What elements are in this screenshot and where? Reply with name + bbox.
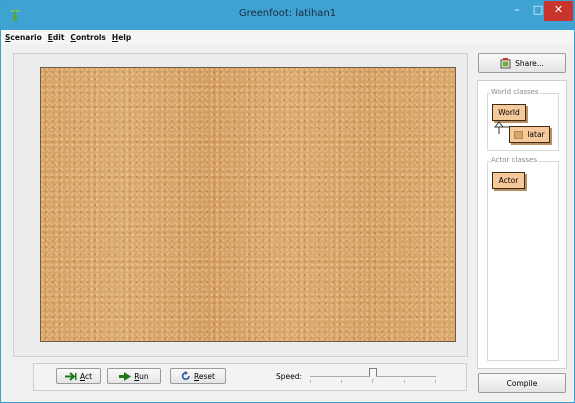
act-button[interactable]: Act [56,368,101,384]
actor-classes-group [487,161,559,361]
share-button[interactable]: Share... [478,53,566,73]
minimize-button[interactable]: – [506,1,528,21]
speed-label: Speed: [276,372,303,381]
compile-label: Compile [506,378,538,388]
latar-class-box[interactable]: latar [509,126,550,143]
menu-controls[interactable]: Controls [70,33,105,42]
world-class-label: World [498,108,520,117]
menu-help[interactable]: Help [112,33,131,42]
reset-icon [181,371,190,380]
actor-class-label: Actor [498,176,519,185]
title-bar: Greenfoot: latihan1 – □ ✕ [1,1,574,30]
step-arrow-icon [64,371,77,381]
latar-class-label: latar [527,130,545,139]
menu-scenario[interactable]: Scenario [5,33,42,42]
world-class-box[interactable]: World [492,104,526,121]
latar-image-swatch [514,130,524,139]
actor-class-box[interactable]: Actor [492,172,525,189]
share-icon [500,57,511,68]
reset-label: Reset [194,371,215,381]
act-label: Act [79,371,93,381]
compile-button[interactable]: Compile [478,373,566,393]
window-title: Greenfoot: latihan1 [238,8,337,19]
menu-edit[interactable]: Edit [48,33,65,42]
menu-bar: Scenario Edit Controls Help [1,30,574,44]
reset-button[interactable]: Reset [170,368,226,384]
close-button[interactable]: ✕ [544,1,573,21]
run-label: Run [134,371,149,381]
share-label: Share... [515,58,544,68]
slider-tick [310,380,311,383]
world-canvas[interactable] [40,67,456,342]
slider-tick [372,380,373,383]
play-icon [119,371,132,381]
slider-tick [404,380,405,383]
slider-tick [435,380,436,383]
run-button[interactable]: Run [107,368,161,384]
slider-tick [341,380,342,383]
actor-classes-title: Actor classes [490,156,538,164]
world-classes-title: World classes [490,88,540,96]
